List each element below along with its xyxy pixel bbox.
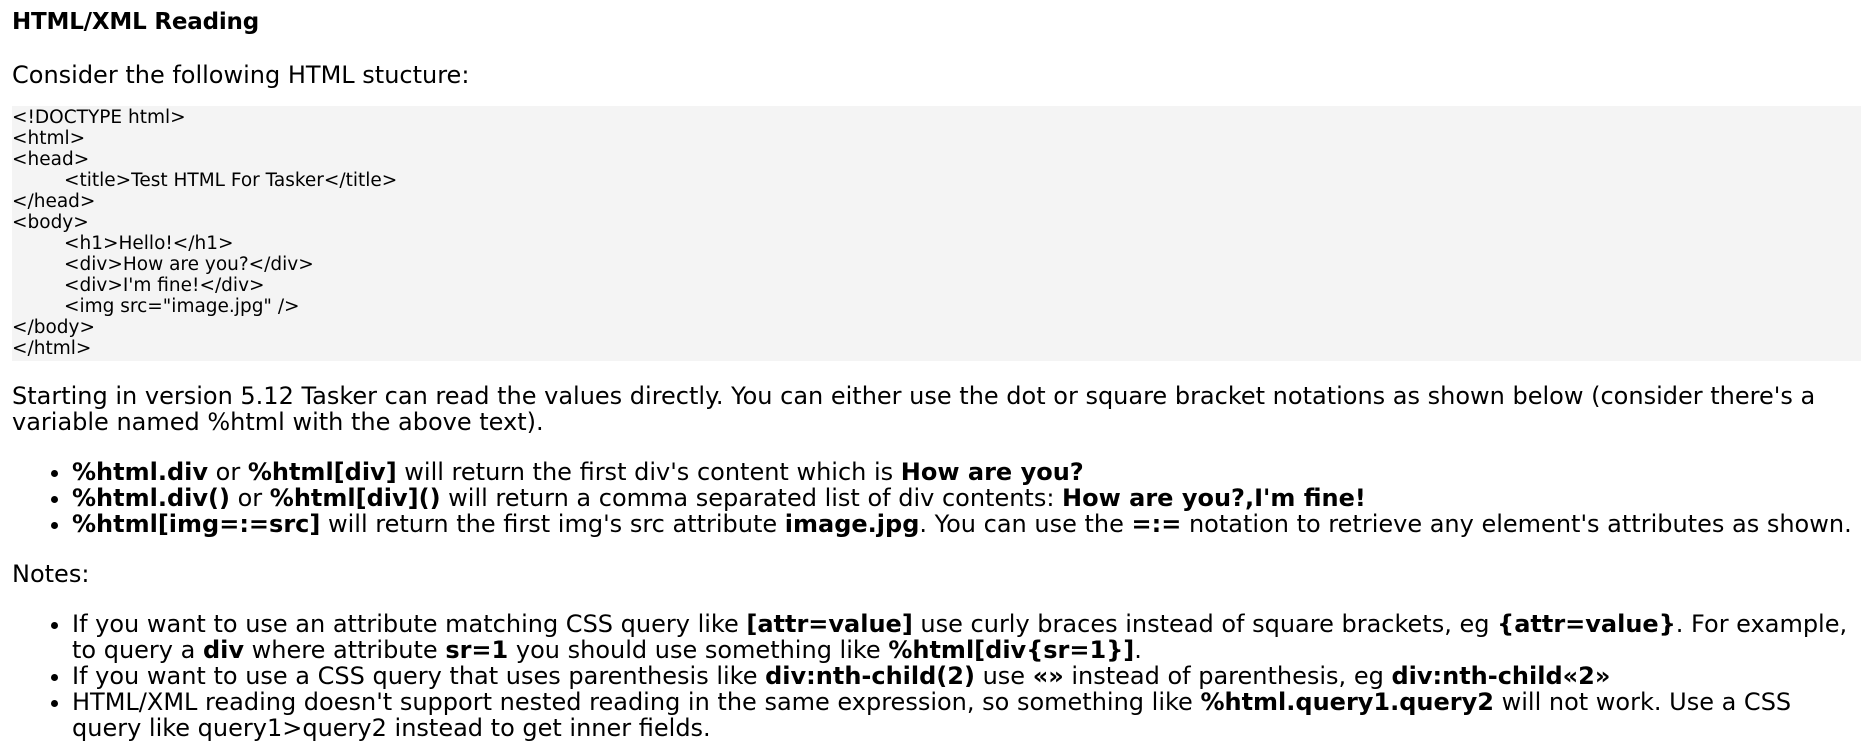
note-item: HTML/XML reading doesn't support nested …	[72, 689, 1861, 741]
features-list: %html.div or %html[div] will return the …	[12, 459, 1861, 537]
code-block: <!DOCTYPE html> <html> <head> <title>Test H…	[12, 106, 1861, 361]
feature-item: %html.div() or %html[div]() will return …	[72, 485, 1861, 511]
text-segment: use	[974, 662, 1033, 690]
bold-text: %html[img=:=src]	[72, 510, 321, 538]
text-segment: HTML/XML reading doesn't support nested …	[72, 688, 1201, 716]
text-segment: . You can use the	[919, 510, 1132, 538]
bold-text: sr=1	[445, 636, 509, 664]
code-line: </html>	[12, 338, 92, 359]
text-segment: will return a comma separated list of di…	[440, 484, 1063, 512]
code-line: <div>How are you?</div>	[64, 254, 314, 275]
notes-list: If you want to use an attribute matching…	[12, 611, 1861, 741]
text-segment: If you want to use a CSS query that uses…	[72, 662, 766, 690]
code-line: </body>	[12, 317, 95, 338]
code-line: <title>Test HTML For Tasker</title>	[64, 170, 398, 191]
code-line: <!DOCTYPE html>	[12, 107, 186, 128]
text-segment: where attribute	[244, 636, 446, 664]
bold-text: %html.div	[72, 458, 209, 486]
text-segment: .	[1134, 636, 1142, 664]
bold-text: %html[div]	[247, 458, 397, 486]
help-page: HTML/XML Reading Consider the following …	[0, 0, 1873, 756]
code-line: <div>I'm fine!</div>	[64, 275, 265, 296]
notes-heading: Notes:	[12, 560, 90, 588]
bold-text: =:=	[1131, 510, 1182, 538]
intro-text: Consider the following HTML stucture:	[12, 61, 470, 89]
text-segment: will return the first img's src attribut…	[320, 510, 785, 538]
bold-text: «»	[1032, 662, 1064, 690]
code-line: <html>	[12, 128, 86, 149]
code-line: </head>	[12, 191, 96, 212]
bold-text: [attr=value]	[746, 610, 913, 638]
code-line: <body>	[12, 212, 89, 233]
bold-text: div:nth-child«2»	[1391, 662, 1611, 690]
description-text: Starting in version 5.12 Tasker can read…	[12, 382, 1816, 436]
text-segment: you should use something like	[508, 636, 889, 664]
feature-item: %html[img=:=src] will return the first i…	[72, 511, 1861, 537]
bold-text: How are you?,I'm fine!	[1062, 484, 1366, 512]
text-segment: will return the first div's content whic…	[396, 458, 901, 486]
bold-text: {attr=value}	[1497, 610, 1676, 638]
text-segment: If you want to use an attribute matching…	[72, 610, 747, 638]
page-title: HTML/XML Reading	[12, 9, 259, 35]
code-line: <head>	[12, 149, 90, 170]
text-segment: use curly braces instead of square brack…	[912, 610, 1498, 638]
text-segment: notation to retrieve any element's attri…	[1181, 510, 1852, 538]
text-segment: instead of parenthesis, eg	[1063, 662, 1392, 690]
code-line: <img src="image.jpg" />	[64, 296, 300, 317]
text-segment: or	[229, 484, 270, 512]
text-segment: or	[208, 458, 248, 486]
bold-text: How are you?	[900, 458, 1084, 486]
feature-item: %html.div or %html[div] will return the …	[72, 459, 1861, 485]
bold-text: div:nth-child(2)	[765, 662, 975, 690]
note-item: If you want to use an attribute matching…	[72, 611, 1861, 663]
bold-text: %html[div{sr=1}]	[888, 636, 1135, 664]
note-item: If you want to use a CSS query that uses…	[72, 663, 1861, 689]
bold-text: %html.query1.query2	[1200, 688, 1494, 716]
bold-text: %html.div()	[72, 484, 230, 512]
code-line: <h1>Hello!</h1>	[64, 233, 234, 254]
bold-text: image.jpg	[784, 510, 920, 538]
bold-text: %html[div]()	[269, 484, 441, 512]
bold-text: div	[202, 636, 245, 664]
